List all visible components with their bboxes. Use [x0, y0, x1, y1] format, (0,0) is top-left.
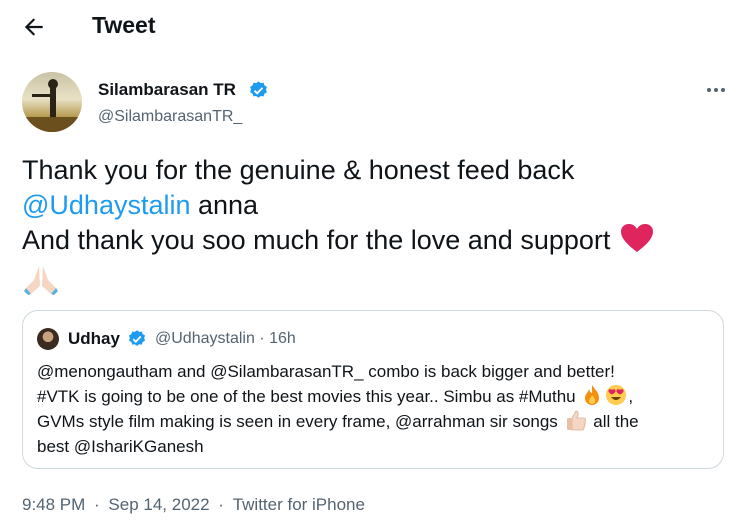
quoted-line-2-end: , — [628, 387, 634, 406]
quoted-line-2-text: #VTK is going to be one of the best movi… — [37, 387, 576, 406]
tweet-meta: 9:48 PM · Sep 14, 2022 · Twitter for iPh… — [22, 495, 369, 515]
quoted-verified-badge-icon — [129, 330, 145, 346]
quoted-line-1: @menongautham and @SilambarasanTR_ combo… — [37, 362, 615, 381]
meta-separator: · — [213, 495, 229, 514]
heart-eyes-emoji-icon — [606, 385, 627, 405]
author-handle[interactable]: @SilambarasanTR_ — [98, 108, 242, 126]
tweet-client[interactable]: Twitter for iPhone — [233, 495, 365, 514]
quoted-tweet[interactable]: Udhay @Udhaystalin · 16h @menongautham a… — [22, 310, 724, 469]
folded-hands-emoji-icon — [24, 266, 58, 295]
mention-link[interactable]: @Udhaystalin — [22, 190, 191, 220]
meta-separator: · — [89, 495, 105, 514]
quoted-line-3-end: all the — [588, 412, 639, 431]
tweet-time[interactable]: 9:48 PM — [22, 495, 85, 514]
red-heart-emoji-icon — [620, 224, 653, 252]
quoted-line-2: #VTK is going to be one of the best movi… — [37, 384, 717, 409]
quoted-author-name: Udhay — [68, 329, 120, 348]
page-title: Tweet — [92, 12, 156, 38]
author-avatar[interactable] — [22, 72, 82, 132]
quoted-line-3: GVMs style film making is seen in every … — [37, 409, 717, 434]
tweet-line-1: Thank you for the genuine & honest feed … — [22, 155, 575, 185]
top-bar: Tweet — [0, 0, 746, 53]
author-name[interactable]: Silambarasan TR — [98, 80, 236, 100]
tweet-body: Thank you for the genuine & honest feed … — [22, 153, 722, 258]
quoted-author-avatar[interactable] — [37, 328, 59, 350]
tweet-line-2-suffix: anna — [190, 190, 259, 220]
thumbs-up-emoji-icon — [566, 410, 586, 431]
quoted-tweet-text: @menongautham and @SilambarasanTR_ combo… — [37, 359, 717, 459]
tweet-line-2: @Udhaystalin anna — [22, 188, 722, 223]
quoted-handle-time: @Udhaystalin · 16h — [155, 330, 296, 347]
tweet-line-3: And thank you soo much for the love and … — [22, 223, 722, 258]
quoted-line-4: best @IshariKGanesh — [37, 437, 204, 456]
tweet-date[interactable]: Sep 14, 2022 — [108, 495, 209, 514]
tweet-line-3-text: And thank you soo much for the love and … — [22, 225, 611, 255]
back-arrow-icon[interactable] — [20, 14, 48, 40]
more-options-icon[interactable] — [703, 80, 729, 100]
verified-badge-icon — [250, 81, 267, 98]
fire-emoji-icon — [585, 385, 600, 405]
quoted-line-3-text: GVMs style film making is seen in every … — [37, 412, 558, 431]
